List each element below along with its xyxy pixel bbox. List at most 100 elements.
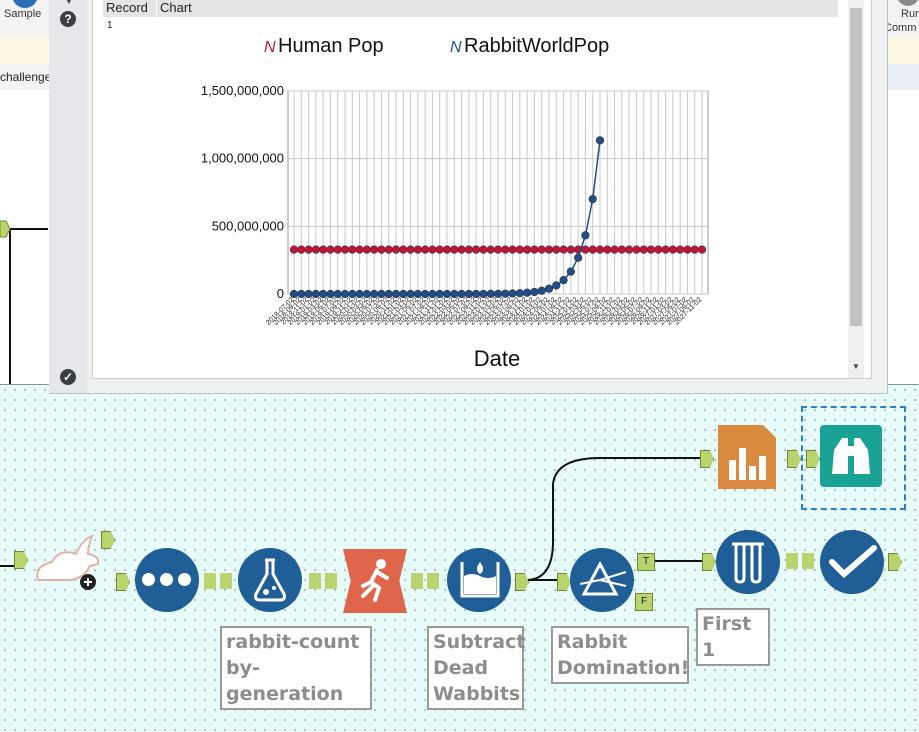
subtract-annotation-line-3: Wabbits (433, 683, 521, 705)
data-point (464, 245, 473, 254)
data-point (370, 289, 379, 299)
data-point (289, 245, 299, 254)
data-point (566, 245, 575, 254)
results-sidebar (49, 0, 87, 393)
data-point (639, 245, 648, 254)
formula-annotation-line-2: by-generation (226, 657, 344, 705)
legend-line-icon: N (264, 39, 276, 56)
data-point (319, 245, 328, 254)
column-header-chart[interactable]: Chart (160, 0, 192, 15)
subtract-annotation[interactable]: Subtract Dead Wabbits (427, 626, 526, 710)
data-point (493, 289, 503, 298)
help-icon[interactable]: ? (60, 11, 76, 27)
chart-grid (287, 90, 709, 295)
data-point (340, 245, 350, 254)
data-point (399, 245, 408, 254)
data-point (297, 245, 306, 254)
data-point (530, 245, 539, 254)
data-point (406, 245, 415, 254)
data-point (486, 245, 495, 254)
chevron-down-icon[interactable]: ▼ (64, 0, 74, 7)
data-point (457, 245, 466, 254)
data-point (297, 289, 306, 299)
data-point (617, 245, 626, 254)
test-tubes-icon (732, 542, 764, 584)
formula-annotation[interactable]: rabbit-count by-generation (220, 626, 372, 710)
data-point (479, 289, 488, 299)
data-point (362, 289, 371, 299)
data-point (421, 289, 430, 299)
scroll-down-arrow[interactable]: ▼ (852, 362, 860, 371)
data-point (661, 245, 670, 254)
dots-icon (142, 572, 192, 588)
data-point (384, 289, 393, 299)
data-point (421, 245, 430, 254)
data-point (566, 267, 575, 276)
data-point (384, 245, 393, 254)
water-icon (460, 562, 500, 598)
column-header-record[interactable]: Record (106, 0, 148, 15)
anchor-pair-1[interactable] (204, 573, 234, 589)
filter-false-anchor[interactable]: F (635, 593, 653, 611)
data-point (348, 245, 357, 254)
data-point (348, 289, 357, 299)
chart-legend: N Human Pop N RabbitWorldPop (264, 35, 609, 57)
data-point (486, 289, 495, 298)
sample-annotation[interactable]: First 1 (696, 608, 770, 666)
data-point (683, 245, 692, 254)
data-point (625, 245, 634, 254)
subtract-annotation-line-1: Subtract (433, 631, 526, 653)
run-label[interactable]: Run (901, 8, 919, 20)
data-point (523, 245, 532, 254)
filter-annotation[interactable]: Rabbit Domination! (551, 626, 689, 684)
y-tick-label: 0 (277, 286, 284, 301)
data-point (595, 245, 605, 254)
data-point (508, 245, 517, 254)
data-point (537, 286, 546, 295)
filter-annotation-line-2: Domination! (557, 657, 690, 679)
data-point (457, 289, 466, 299)
formula-annotation-line-1: rabbit-count (226, 631, 360, 653)
data-point (428, 245, 437, 254)
runner-icon (361, 559, 389, 602)
legend-label: Human Pop (278, 35, 384, 57)
data-point (501, 245, 510, 254)
check-circle-icon[interactable]: ✓ (60, 369, 76, 385)
anchor-pair-3[interactable] (411, 573, 441, 589)
data-point (537, 245, 546, 254)
tab-challenge[interactable]: challenge (0, 70, 51, 84)
data-point (362, 245, 371, 254)
scrollbar-thumb[interactable] (850, 8, 862, 326)
filter-annotation-line-1: Rabbit (557, 631, 628, 653)
anchor-pair-2[interactable] (309, 573, 339, 589)
data-point (479, 245, 488, 254)
data-point (559, 245, 568, 254)
data-point (435, 289, 444, 299)
data-point (646, 245, 656, 254)
legend-label: RabbitWorldPop (464, 35, 609, 57)
data-point (391, 245, 401, 254)
data-point (311, 245, 320, 254)
data-point (552, 281, 561, 290)
data-point (442, 245, 452, 254)
data-point (544, 284, 554, 293)
data-point (515, 289, 524, 298)
rabbit-icon[interactable] (30, 532, 106, 590)
data-point (450, 245, 459, 254)
data-point (377, 245, 386, 254)
data-point (370, 245, 379, 254)
data-point (581, 231, 590, 240)
data-point (413, 289, 422, 299)
anchor-pair-4[interactable] (786, 553, 816, 569)
data-point (304, 289, 313, 299)
tab-right-active[interactable] (885, 64, 919, 92)
sample-label[interactable]: Sample (4, 8, 41, 20)
data-point (632, 245, 641, 254)
data-point (333, 289, 342, 299)
filter-true-anchor[interactable]: T (637, 553, 655, 571)
data-point (326, 289, 335, 299)
data-point (435, 245, 444, 254)
y-axis-ticks: 0 500,000,000 1,000,000,000 1,500,000,000 (201, 83, 284, 301)
data-point (442, 289, 452, 299)
data-point (559, 276, 568, 285)
